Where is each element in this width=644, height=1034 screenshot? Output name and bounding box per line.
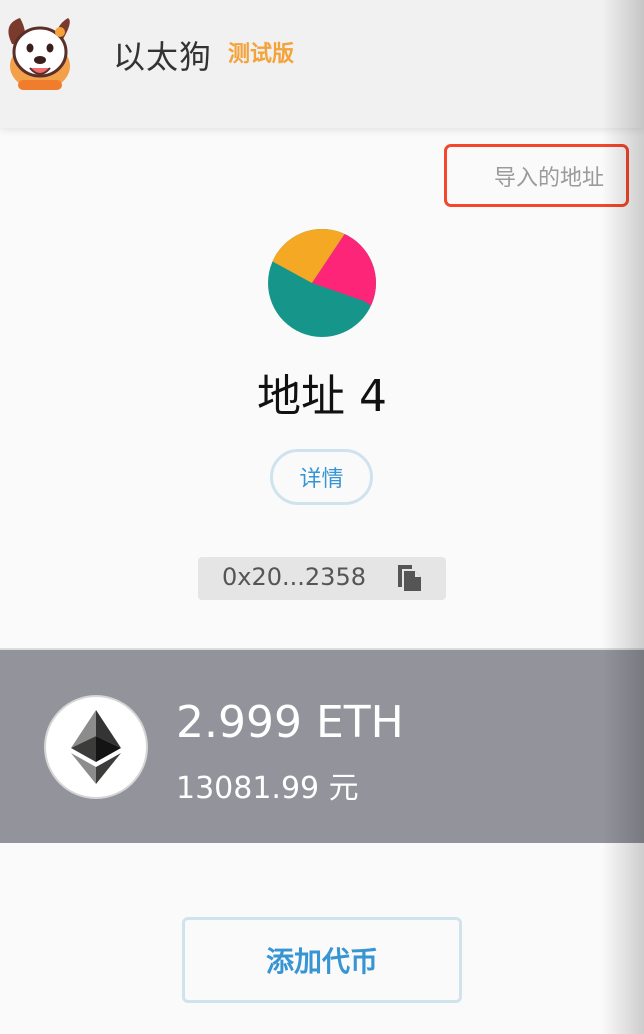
identicon-icon[interactable] (268, 229, 376, 337)
account-name: 地址 4 (257, 371, 387, 422)
token-icon-circle (46, 697, 146, 797)
ethereum-icon (71, 710, 121, 784)
eth-balance: 2.999 ETH (176, 697, 404, 748)
address-copy-pill[interactable]: 0x20...2358 (198, 557, 446, 600)
details-button[interactable]: 详情 (270, 449, 373, 505)
address-text: 0x20...2358 (222, 563, 366, 591)
beta-badge: 测试版 (228, 42, 295, 67)
copy-icon[interactable] (395, 563, 423, 593)
app-header: 以太狗 测试版 (0, 0, 644, 128)
app-title: 以太狗 (113, 38, 213, 76)
imported-address-label: 导入的地址 (493, 165, 604, 191)
dog-logo-icon[interactable] (0, 14, 82, 98)
imported-address-tag: 导入的地址 (444, 144, 629, 207)
add-token-button[interactable]: 添加代币 (182, 917, 462, 1003)
fiat-balance: 13081.99 元 (176, 771, 359, 806)
